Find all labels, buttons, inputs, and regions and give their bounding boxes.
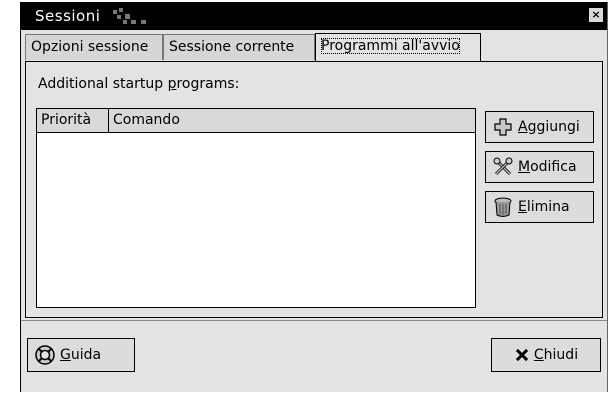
- tab-label: Programmi all'avvio: [321, 38, 460, 54]
- trash-icon: [494, 197, 512, 217]
- list-header: Priorità Comando: [37, 109, 475, 133]
- tools-icon: [493, 157, 513, 176]
- startup-programs-list[interactable]: Priorità Comando: [36, 108, 476, 308]
- title-bar[interactable]: Sessioni ×: [21, 2, 607, 30]
- startup-programs-panel: Additional startup programs: Priorità Co…: [25, 61, 603, 318]
- lifebuoy-icon: [35, 345, 55, 365]
- label-text: Additional startup: [38, 76, 168, 92]
- sessions-window: Sessioni × Opzioni sessione Sessione cor…: [20, 2, 608, 392]
- tab-label: Sessione corrente: [169, 39, 295, 55]
- tab-session-options[interactable]: Opzioni sessione: [25, 34, 163, 60]
- close-button[interactable]: Chiudi: [491, 338, 601, 372]
- close-x-icon: [515, 348, 529, 362]
- edit-button[interactable]: Modifica: [485, 151, 594, 183]
- delete-button[interactable]: Elimina: [485, 191, 594, 223]
- window-close-button[interactable]: ×: [589, 8, 603, 22]
- tab-current-session[interactable]: Sessione corrente: [163, 34, 315, 60]
- button-label: Elimina: [518, 199, 570, 215]
- column-header-command[interactable]: Comando: [109, 109, 475, 132]
- help-button[interactable]: Guida: [27, 338, 135, 372]
- titlebar-decoration: [111, 8, 159, 26]
- button-label: Modifica: [518, 159, 577, 175]
- column-header-priority[interactable]: Priorità: [37, 109, 109, 132]
- tab-label: Opzioni sessione: [31, 39, 149, 55]
- startup-programs-label: Additional startup programs:: [38, 76, 239, 92]
- plus-icon: [494, 118, 512, 136]
- label-text: rograms:: [176, 76, 240, 92]
- window-title: Sessioni: [35, 7, 101, 25]
- footer-separator: [21, 320, 607, 321]
- button-label: Guida: [60, 347, 102, 363]
- button-label: Chiudi: [533, 347, 579, 363]
- add-button[interactable]: Aggiungi: [485, 111, 594, 143]
- tab-startup-programs[interactable]: Programmi all'avvio: [315, 33, 481, 61]
- button-label: Aggiungi: [518, 119, 580, 135]
